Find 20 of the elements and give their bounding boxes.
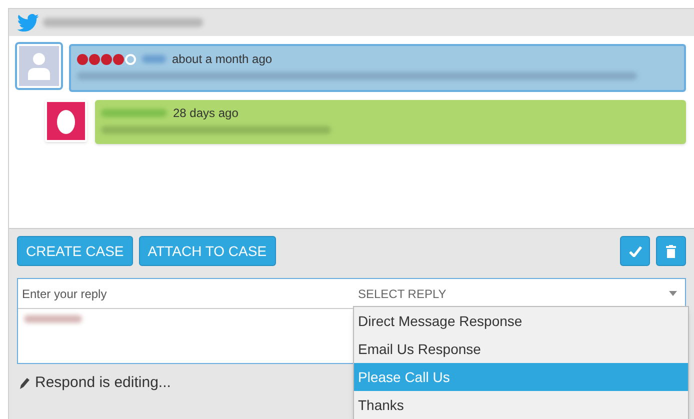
status-text: Respond is editing... <box>35 373 171 393</box>
message-time: about a month ago <box>172 51 272 68</box>
confirm-button[interactable] <box>620 236 650 266</box>
person-silhouette-icon <box>28 52 50 80</box>
redacted-name <box>142 55 166 63</box>
dropdown-option[interactable]: Direct Message Response <box>354 307 688 335</box>
pencil-icon <box>19 376 31 390</box>
redacted-name <box>101 109 167 117</box>
dropdown-option[interactable]: Email Us Response <box>354 335 688 363</box>
caret-icon <box>669 291 677 296</box>
bird-icon <box>17 14 39 32</box>
egg-icon <box>57 108 75 134</box>
select-reply-dropdown[interactable]: SELECT REPLY <box>348 279 685 308</box>
redacted-text <box>24 315 82 323</box>
delete-button[interactable] <box>656 236 686 266</box>
reply-input[interactable]: Enter your reply <box>18 279 348 308</box>
dropdown-option[interactable]: Thanks <box>354 391 688 419</box>
trash-icon <box>666 244 676 258</box>
checkmark-icon <box>628 246 642 256</box>
message-time: 28 days ago <box>173 105 238 122</box>
